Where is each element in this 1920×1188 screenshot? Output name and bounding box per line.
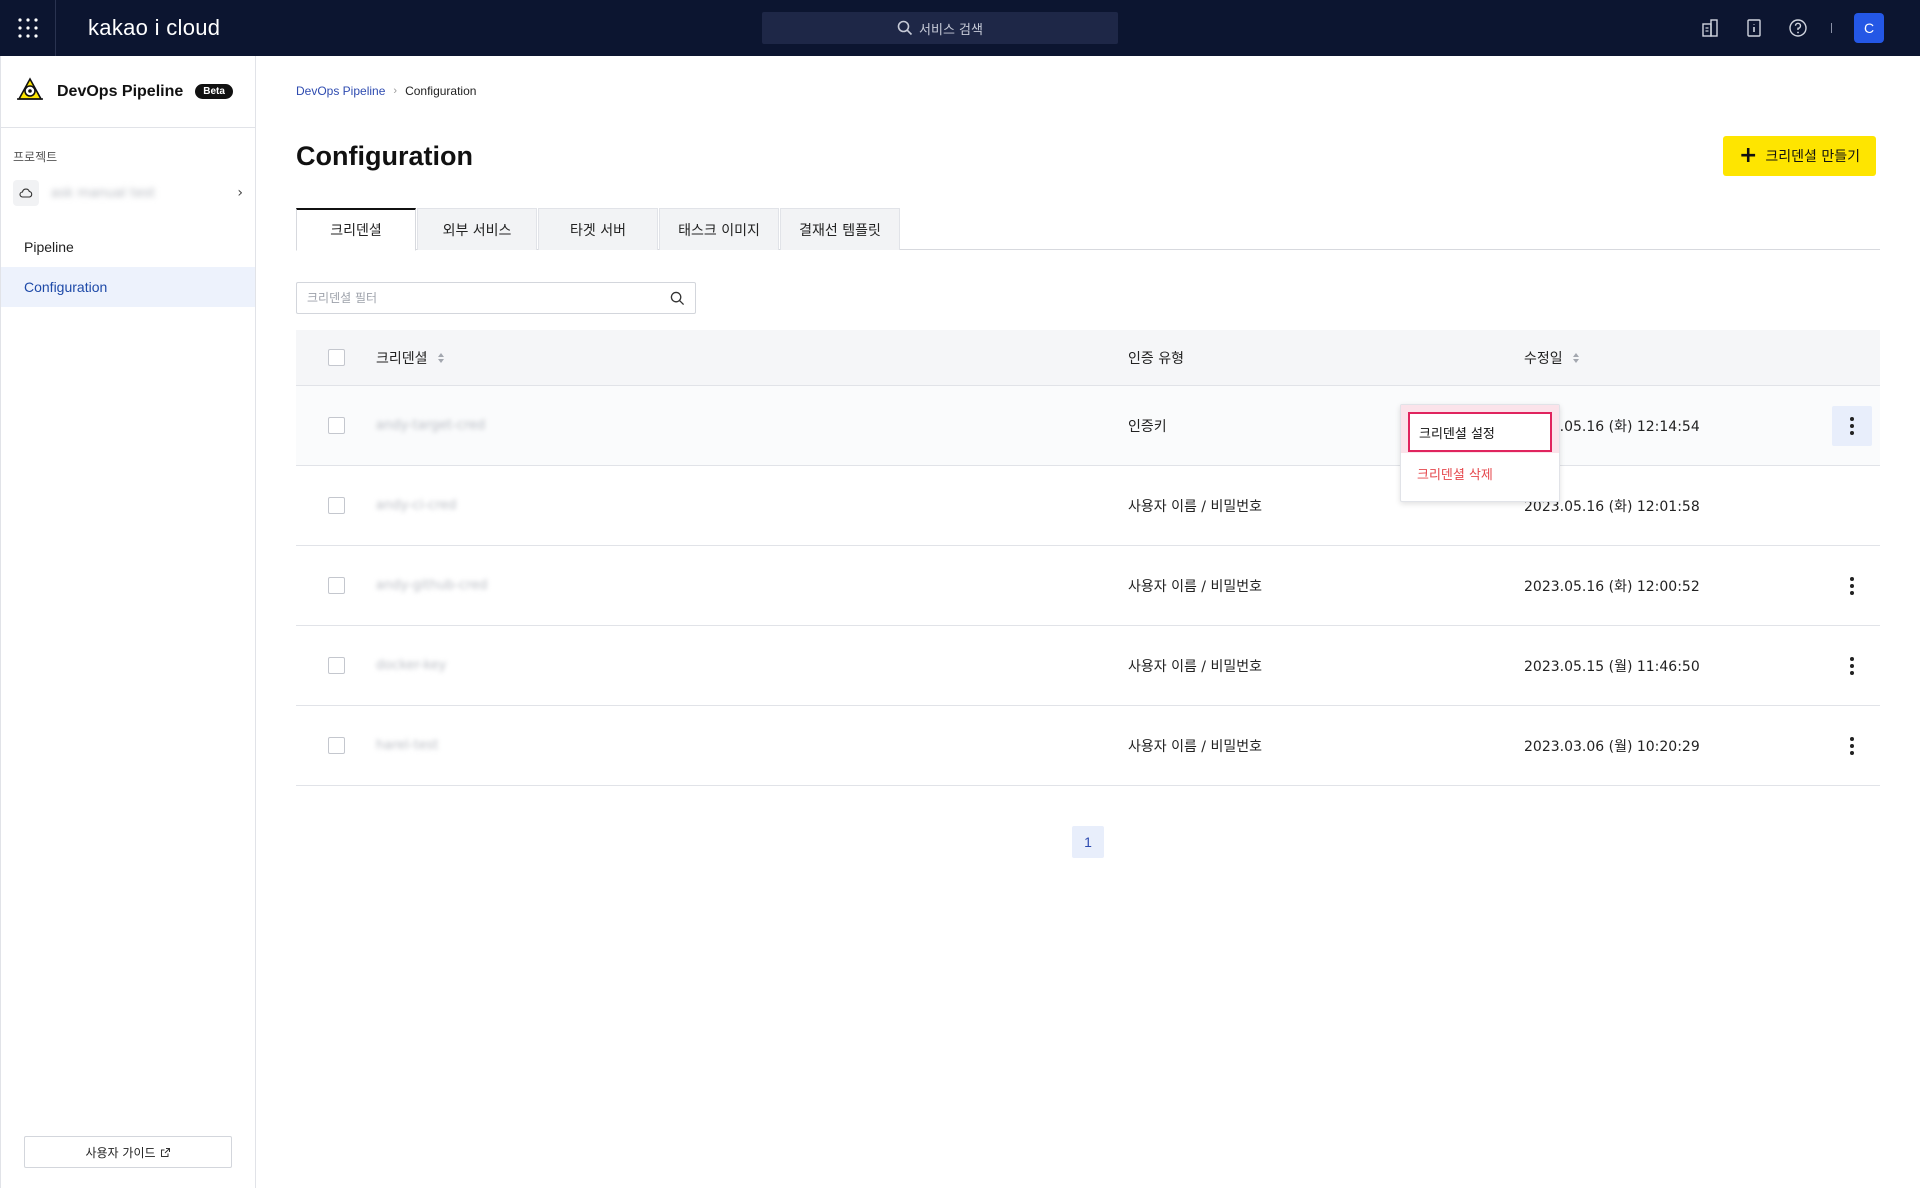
modified-date: 2023.05.16 (화) 12:14:54 [1524, 418, 1700, 435]
menu-item-settings-label: 크리덴셜 설정 [1408, 412, 1552, 452]
auth-type: 사용자 이름 / 비밀번호 [1128, 658, 1262, 675]
top-right-actions: C [1699, 0, 1884, 56]
modified-date: 2023.05.16 (화) 12:01:58 [1524, 498, 1700, 515]
sidebar-item-configuration[interactable]: Configuration [1, 267, 255, 307]
project-label: 프로젝트 [13, 150, 58, 164]
app-grid-button[interactable] [0, 0, 56, 56]
kebab-icon [1850, 736, 1854, 741]
user-guide-label: 사용자 가이드 [85, 1145, 156, 1160]
breadcrumb-devops-pipeline[interactable]: DevOps Pipeline [296, 84, 385, 98]
external-link-icon [160, 1147, 170, 1157]
breadcrumb-current: Configuration [405, 84, 477, 98]
table-row[interactable]: andy-ci-cred 사용자 이름 / 비밀번호 2023.05.16 (화… [296, 466, 1880, 546]
modified-date: 2023.05.15 (월) 11:46:50 [1524, 658, 1700, 675]
credential-name[interactable]: andy-target-cred [376, 418, 485, 433]
row-checkbox[interactable] [327, 497, 345, 514]
column-header-type: 인증 유형 [1128, 350, 1184, 367]
credential-name[interactable]: andy-github-cred [376, 578, 487, 593]
breadcrumb: DevOps Pipeline › Configuration [296, 84, 1880, 98]
column-header-name[interactable]: 크리덴셜 [376, 348, 1128, 368]
project-name: ask manual test [51, 185, 156, 201]
modified-date: 2023.05.16 (화) 12:00:52 [1524, 578, 1700, 595]
grid-icon [17, 18, 38, 38]
kebab-icon [1850, 416, 1854, 421]
more-actions-button[interactable] [1832, 726, 1872, 766]
beta-badge: Beta [195, 84, 233, 99]
row-context-menu: 크리덴셜 설정 크리덴셜 삭제 [1400, 404, 1560, 502]
docs-button[interactable] [1743, 17, 1765, 39]
credential-name[interactable]: andy-ci-cred [376, 498, 457, 513]
help-button[interactable] [1787, 17, 1809, 39]
tab-approval-templates[interactable]: 결재선 템플릿 [780, 208, 900, 250]
modified-date: 2023.03.06 (월) 10:20:29 [1524, 738, 1700, 755]
credential-name[interactable]: harel-test [376, 738, 439, 753]
table-header: 크리덴셜 인증 유형 수정일 [296, 330, 1880, 386]
sort-icon [437, 352, 444, 363]
row-checkbox[interactable] [327, 737, 345, 754]
row-checkbox[interactable] [327, 657, 345, 674]
tab-task-images[interactable]: 태스크 이미지 [659, 208, 779, 250]
chevron-right-icon: › [237, 185, 243, 201]
breadcrumb-chevron-icon: › [393, 85, 398, 97]
menu-item-credential-delete[interactable]: 크리덴셜 삭제 [1401, 453, 1559, 493]
row-checkbox[interactable] [327, 417, 345, 434]
tab-bar: 크리덴셜 외부 서비스 타겟 서버 태스크 이미지 결재선 템플릿 [296, 208, 1880, 251]
plus-icon: + [1738, 143, 1758, 168]
main-content: DevOps Pipeline › Configuration Configur… [296, 56, 1880, 858]
kakao-cloud-logo[interactable]: kakao i cloud [88, 15, 220, 41]
more-actions-button[interactable] [1832, 646, 1872, 686]
sidebar: DevOps Pipeline Beta 프로젝트 ask manual tes… [0, 56, 256, 1188]
select-all-checkbox[interactable] [327, 349, 345, 366]
table-row[interactable]: docker-key 사용자 이름 / 비밀번호 2023.05.15 (월) … [296, 626, 1880, 706]
menu-item-credential-settings[interactable]: 크리덴셜 설정 [1401, 405, 1559, 453]
page-button-current[interactable]: 1 [1072, 826, 1104, 858]
credential-filter [296, 282, 696, 314]
create-credential-label: 크리덴셜 만들기 [1765, 149, 1860, 165]
more-actions-button[interactable] [1832, 405, 1872, 446]
help-icon [1789, 19, 1807, 37]
service-search-box[interactable]: 서비스 검색 [762, 12, 1118, 44]
pagination: 1 [296, 826, 1880, 858]
kebab-icon [1850, 576, 1854, 581]
page-title: Configuration [296, 140, 473, 171]
top-navigation-bar: kakao i cloud 서비스 검색 C [0, 0, 1920, 56]
credential-filter-input[interactable] [307, 291, 647, 305]
credential-name[interactable]: docker-key [376, 658, 446, 673]
table-row[interactable]: harel-test 사용자 이름 / 비밀번호 2023.03.06 (월) … [296, 706, 1880, 786]
tab-target-servers[interactable]: 타겟 서버 [538, 208, 658, 250]
kebab-icon [1850, 656, 1854, 661]
tab-external-services[interactable]: 외부 서비스 [417, 208, 537, 250]
search-icon [897, 20, 913, 36]
title-row: Configuration + 크리덴셜 만들기 [296, 136, 1880, 176]
row-checkbox[interactable] [327, 577, 345, 594]
auth-type: 사용자 이름 / 비밀번호 [1128, 738, 1262, 755]
cloud-icon [13, 180, 39, 206]
user-avatar[interactable]: C [1854, 13, 1884, 43]
header-checkbox-cell [296, 349, 376, 366]
search-icon[interactable] [670, 291, 685, 306]
service-header: DevOps Pipeline Beta [1, 56, 255, 128]
sort-icon [1572, 352, 1579, 363]
column-name-label: 크리덴셜 [376, 350, 428, 367]
devops-pipeline-icon [15, 75, 45, 109]
service-search-label: 서비스 검색 [919, 22, 983, 38]
document-icon [1747, 19, 1761, 37]
user-guide-button[interactable]: 사용자 가이드 [24, 1136, 232, 1168]
create-credential-button[interactable]: + 크리덴셜 만들기 [1722, 136, 1876, 176]
column-header-date[interactable]: 수정일 [1524, 348, 1824, 368]
credentials-table: 크리덴셜 인증 유형 수정일 andy-target-cred 인증키 2023… [296, 330, 1880, 786]
sidebar-item-pipeline[interactable]: Pipeline [1, 227, 255, 267]
table-row[interactable]: andy-target-cred 인증키 2023.05.16 (화) 12:1… [296, 386, 1880, 466]
tab-credentials[interactable]: 크리덴셜 [296, 208, 416, 251]
project-selector[interactable]: ask manual test › [13, 177, 243, 209]
building-icon [1702, 19, 1718, 37]
console-button[interactable] [1699, 17, 1721, 39]
service-title: DevOps Pipeline [57, 82, 184, 100]
column-date-label: 수정일 [1524, 350, 1563, 367]
more-actions-button[interactable] [1832, 566, 1872, 606]
top-divider [1831, 23, 1832, 33]
auth-type: 사용자 이름 / 비밀번호 [1128, 578, 1262, 595]
table-row[interactable]: andy-github-cred 사용자 이름 / 비밀번호 2023.05.1… [296, 546, 1880, 626]
